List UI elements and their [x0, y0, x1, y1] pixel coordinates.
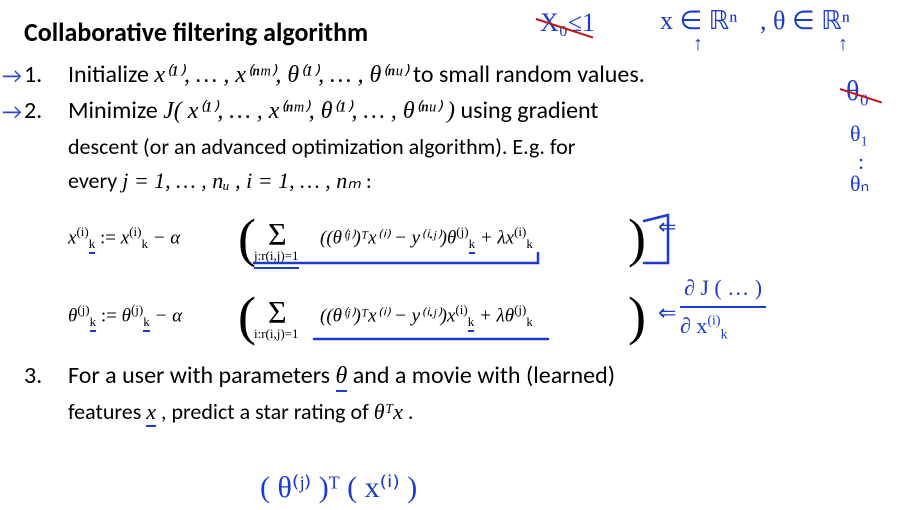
step-1-text-a: Initialize [68, 60, 154, 89]
step-3-x: x [146, 399, 156, 427]
step-1-math: x⁽¹⁾, … , x⁽ⁿᵐ⁾, θ⁽¹⁾, … , θ⁽ⁿᵘ⁾ [154, 62, 407, 88]
hand-up-arrow-1: ↑ [693, 30, 703, 59]
hand-note-x0-strike: X₀≤1 [540, 4, 595, 42]
hand-arrow-theta: ⇐ [658, 297, 676, 329]
step-2-text-b: using gradient [455, 96, 598, 125]
step-3-theta: θ [336, 363, 348, 392]
hand-partial-J: ∂ J ( … ) ∂ x(i)k [680, 272, 766, 346]
step-2-line-c-a: every [68, 167, 122, 194]
slide-page: X₀≤1 x ∈ ℝⁿ , θ ∈ ℝⁿ ↑ ↑ θ₀ θ₁ : θₙ Coll… [0, 0, 918, 509]
step-3-b: and a movie with (learned) [347, 361, 615, 390]
hand-arrow-x: ⇐ [658, 211, 676, 243]
update-rule-theta: θ(j)k := θ(j)k − α ( ) Σ i:r(i,j)=1 ((θ⁽… [68, 281, 894, 351]
s3b-c: . [403, 398, 414, 425]
step-2-line-b: descent (or an advanced optimization alg… [68, 131, 894, 163]
step-2-line-c-math: j = 1, … , nᵤ , i = 1, … , nₘ [122, 168, 361, 193]
step-1: → 1. Initialize x⁽¹⁾, … , x⁽ⁿᵐ⁾, θ⁽¹⁾, …… [24, 58, 894, 93]
hand-step-arrow-1: → [2, 60, 22, 92]
step-2-text-a: Minimize [68, 96, 163, 125]
update-rule-x: x(i)k := x(i)k − α ( ) Σ j:r(i,j)=1 ((θ⁽… [68, 203, 894, 273]
hand-underline-x [68, 203, 688, 273]
step-number: 3. [24, 359, 42, 394]
algorithm-steps: → 1. Initialize x⁽¹⁾, … , x⁽ⁿᵐ⁾, θ⁽¹⁾, …… [24, 58, 894, 428]
s3b-a: features [68, 398, 146, 425]
hand-note-thrn: , θ ∈ ℝⁿ [760, 2, 850, 40]
step-3-line-b: features x , predict a star rating of θᵀ… [68, 396, 894, 428]
s3b-b: , predict a star rating of [156, 398, 374, 425]
step-number: 2. [24, 94, 42, 129]
hand-up-arrow-2: ↑ [838, 30, 848, 59]
step-3-thetaTx: θᵀx [374, 399, 403, 424]
hand-step-arrow-2: → [2, 96, 22, 128]
step-2-line-c: every j = 1, … , nᵤ , i = 1, … , nₘ : [68, 165, 894, 197]
hand-bottom-thetaTx: ( θ⁽ʲ⁾ )ᵀ ( x⁽ⁱ⁾ ) [260, 466, 417, 510]
step-3: 3. For a user with parameters θ and a mo… [24, 359, 894, 428]
step-number: 1. [24, 58, 42, 93]
hand-underline-theta [68, 281, 688, 351]
step-3-a: For a user with parameters [68, 361, 336, 390]
step-2-line-c-b: : [361, 167, 372, 194]
step-2-math-J: J( x⁽¹⁾, … , x⁽ⁿᵐ⁾, θ⁽¹⁾, … , θ⁽ⁿᵘ⁾ ) [163, 98, 455, 124]
step-1-text-b: to small random values. [408, 60, 645, 89]
